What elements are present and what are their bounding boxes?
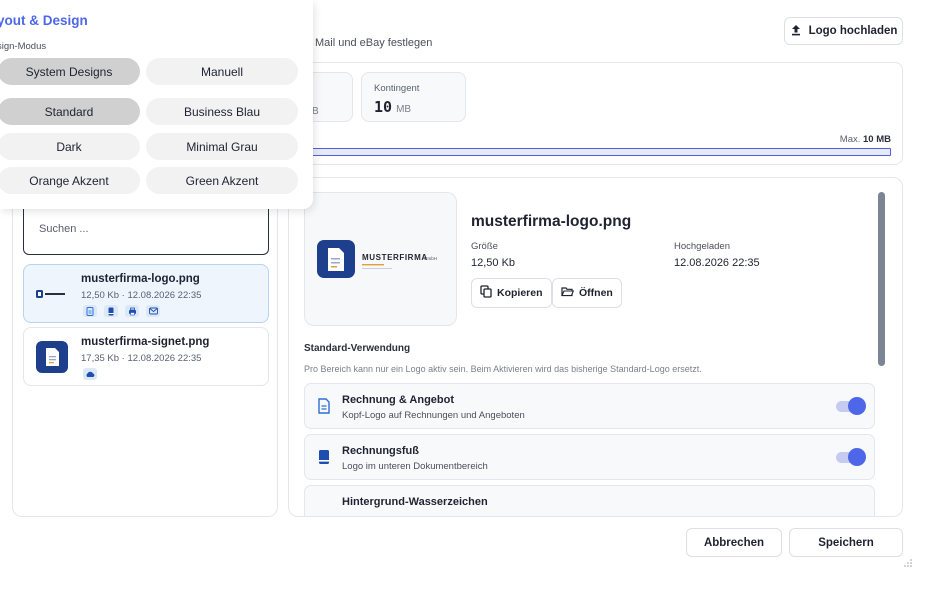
cloud-icon xyxy=(83,368,97,380)
storage-panel: B Kontingent 10 MB Max. 10 MB xyxy=(287,62,903,165)
upload-icon xyxy=(790,24,802,39)
copy-icon xyxy=(480,285,492,301)
document-icon xyxy=(83,305,97,317)
toggle-knob xyxy=(848,448,866,466)
uploaded-value: 12.08.2026 22:35 xyxy=(674,257,760,269)
copy-label: Kopieren xyxy=(497,287,543,299)
usage-desc: Kopf-Logo auf Rechnungen und Angeboten xyxy=(342,410,525,421)
page-subtitle: Mail und eBay festlegen xyxy=(315,37,433,49)
mail-icon xyxy=(146,305,160,317)
detail-scrollbar[interactable] xyxy=(878,192,885,366)
storage-max: Max. 10 MB xyxy=(840,134,891,145)
toggle-knob xyxy=(848,397,866,415)
cancel-button[interactable]: Abbrechen xyxy=(686,528,782,557)
logo-search xyxy=(23,209,269,255)
storage-quota-label: Kontingent xyxy=(374,83,420,94)
layout-design-popup: yout & Design sign-Modus System Designs … xyxy=(0,0,313,209)
signet-thumbnail xyxy=(34,341,70,373)
list-item-meta: 12,50 Kb · 12.08.2026 22:35 xyxy=(81,290,202,301)
theme-minimal-grau[interactable]: Minimal Grau xyxy=(146,133,298,160)
usage-toggle-invoice[interactable] xyxy=(836,397,866,415)
list-item-name: musterfirma-signet.png xyxy=(81,336,210,348)
logo-list-panel: musterfirma-logo.png 12,50 Kb · 12.08.20… xyxy=(12,180,278,517)
list-item-name: musterfirma-logo.png xyxy=(81,273,200,285)
design-mode-label: sign-Modus xyxy=(0,41,47,52)
footer-icon xyxy=(104,305,118,317)
usage-name: Hintergrund-Wasserzeichen xyxy=(342,496,488,508)
preview-brand-suffix: GmbH xyxy=(424,256,437,261)
usage-name: Rechnungsfuß xyxy=(342,445,419,457)
usage-row-invoice: Rechnung & Angebot Kopf-Logo auf Rechnun… xyxy=(304,383,875,429)
size-value: 12,50 Kb xyxy=(471,257,516,269)
resize-handle-icon[interactable] xyxy=(903,557,913,567)
save-button[interactable]: Speichern xyxy=(789,528,903,557)
theme-orange-akzent[interactable]: Orange Akzent xyxy=(0,167,140,194)
mode-system-designs[interactable]: System Designs xyxy=(0,58,140,85)
storage-quota-tile: Kontingent 10 MB xyxy=(361,72,466,122)
storage-quota-unit: MB xyxy=(396,104,412,115)
popup-title: yout & Design xyxy=(0,13,88,28)
storage-used-unit: B xyxy=(312,106,319,117)
open-button[interactable]: Öffnen xyxy=(552,278,622,308)
list-item-meta: 17,35 Kb · 12.08.2026 22:35 xyxy=(81,353,202,364)
storage-max-value: 10 MB xyxy=(863,134,891,145)
logo-preview: MUSTERFIRMA GmbH xyxy=(304,192,457,326)
search-input[interactable] xyxy=(39,223,254,235)
document-icon xyxy=(317,398,331,414)
detail-filename: musterfirma-logo.png xyxy=(471,213,632,230)
print-icon xyxy=(125,305,139,317)
upload-logo-button[interactable]: Logo hochladen xyxy=(784,17,903,45)
preview-underline xyxy=(362,268,392,269)
storage-quota-value: 10 MB xyxy=(374,98,411,116)
upload-logo-label: Logo hochladen xyxy=(808,25,898,37)
list-item-signet[interactable]: musterfirma-signet.png 17,35 Kb · 12.08.… xyxy=(23,327,269,386)
usage-hint: Pro Bereich kann nur ein Logo aktiv sein… xyxy=(304,364,702,374)
list-item-logo[interactable]: musterfirma-logo.png 12,50 Kb · 12.08.20… xyxy=(23,264,269,323)
usage-desc: Logo im unteren Dokumentbereich xyxy=(342,461,488,472)
theme-business-blau[interactable]: Business Blau xyxy=(146,98,298,125)
preview-brand-text: MUSTERFIRMA xyxy=(362,253,428,262)
usage-toggle-footer[interactable] xyxy=(836,448,866,466)
size-label: Größe xyxy=(471,241,498,252)
theme-standard[interactable]: Standard xyxy=(0,98,140,125)
open-label: Öffnen xyxy=(579,287,613,299)
usage-section-title: Standard-Verwendung xyxy=(304,343,411,354)
mode-manual[interactable]: Manuell xyxy=(146,58,298,85)
theme-green-akzent[interactable]: Green Akzent xyxy=(146,167,298,194)
storage-quota-number: 10 xyxy=(374,98,393,116)
usage-name: Rechnung & Angebot xyxy=(342,394,455,406)
storage-max-label: Max. xyxy=(839,134,861,145)
folder-open-icon xyxy=(561,286,575,300)
storage-progress-bar xyxy=(287,148,891,156)
logo-thumbnail xyxy=(34,278,70,310)
logo-detail-panel: MUSTERFIRMA GmbH musterfirma-logo.png Gr… xyxy=(288,177,903,517)
usage-row-watermark: Hintergrund-Wasserzeichen xyxy=(304,485,875,516)
footer-icon xyxy=(317,449,331,465)
theme-dark[interactable]: Dark xyxy=(0,133,140,160)
preview-logo-mark-icon xyxy=(317,240,355,278)
uploaded-label: Hochgeladen xyxy=(674,241,730,252)
copy-button[interactable]: Kopieren xyxy=(471,278,552,308)
preview-accent-line xyxy=(362,264,384,266)
usage-row-footer: Rechnungsfuß Logo im unteren Dokumentber… xyxy=(304,434,875,480)
